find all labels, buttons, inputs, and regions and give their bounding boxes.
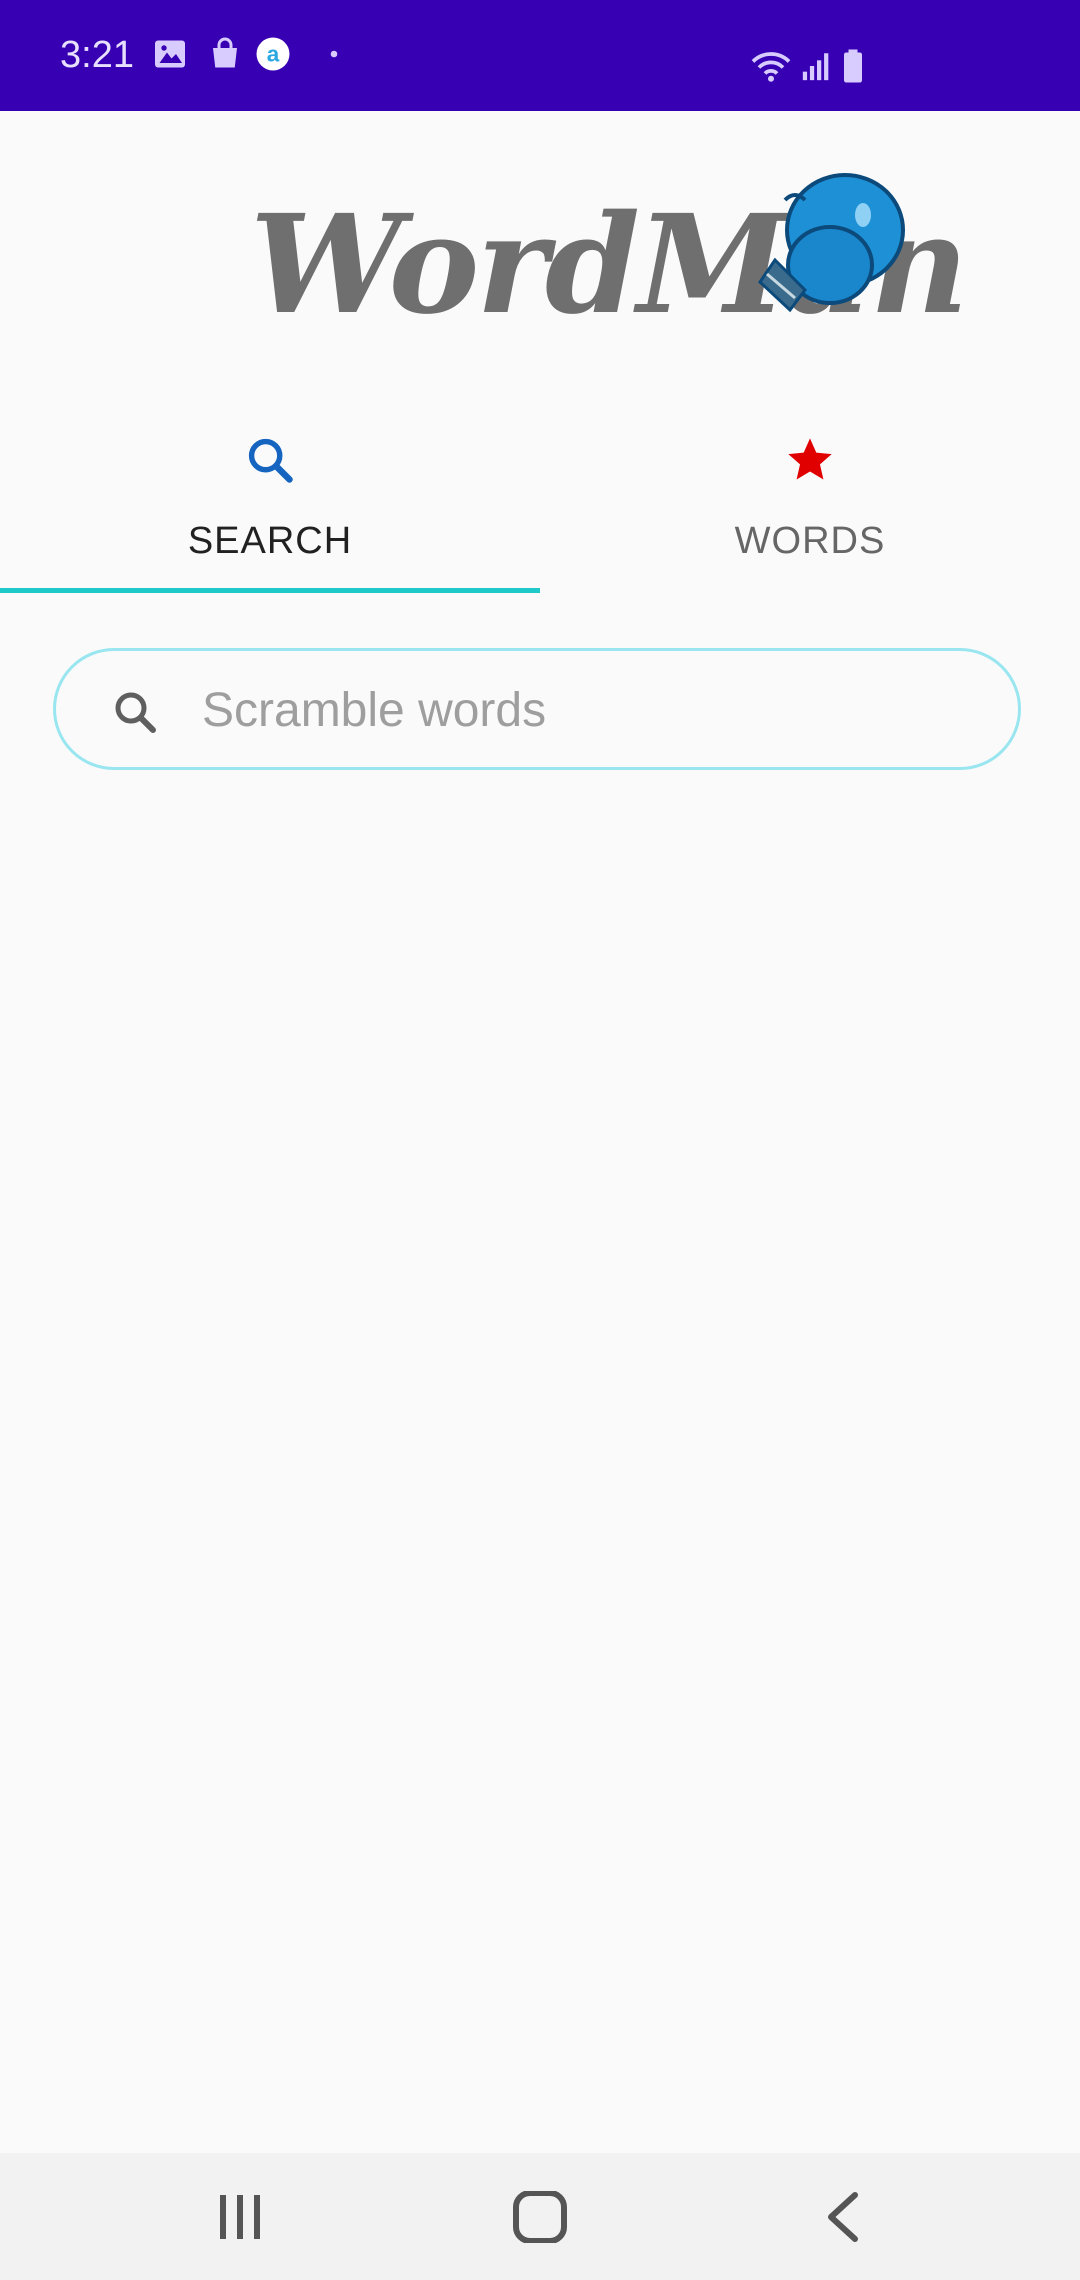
shopping-bag-icon: [213, 37, 237, 68]
dot-icon: [330, 50, 338, 58]
signal-icon: [802, 53, 829, 81]
app-logo: WordMan: [0, 170, 1080, 360]
tab-words-label: WORDS: [734, 520, 886, 562]
battery-icon: [844, 49, 862, 83]
search-icon: [115, 692, 156, 733]
navigation-bar: [0, 2153, 1080, 2280]
search-input[interactable]: [200, 671, 984, 749]
search-box[interactable]: [53, 648, 1021, 770]
wifi-icon: [751, 52, 791, 82]
tab-bar: SEARCH WORDS: [0, 420, 1080, 595]
active-tab-indicator: [0, 588, 540, 593]
recent-apps-icon[interactable]: [210, 2191, 270, 2243]
app-notification-icon: a: [256, 37, 290, 71]
tab-search[interactable]: SEARCH: [0, 420, 540, 595]
home-icon[interactable]: [510, 2191, 570, 2243]
tab-words[interactable]: WORDS: [540, 420, 1080, 595]
tab-search-label: SEARCH: [187, 520, 353, 562]
boxing-glove-icon: [758, 173, 905, 313]
search-icon: [248, 438, 293, 483]
status-time: 3:21: [60, 34, 134, 76]
svg-text:a: a: [267, 42, 280, 67]
gallery-icon: [155, 40, 185, 68]
status-bar: 3:21 a: [0, 0, 1080, 111]
star-icon: [788, 438, 832, 480]
back-icon[interactable]: [815, 2191, 875, 2243]
